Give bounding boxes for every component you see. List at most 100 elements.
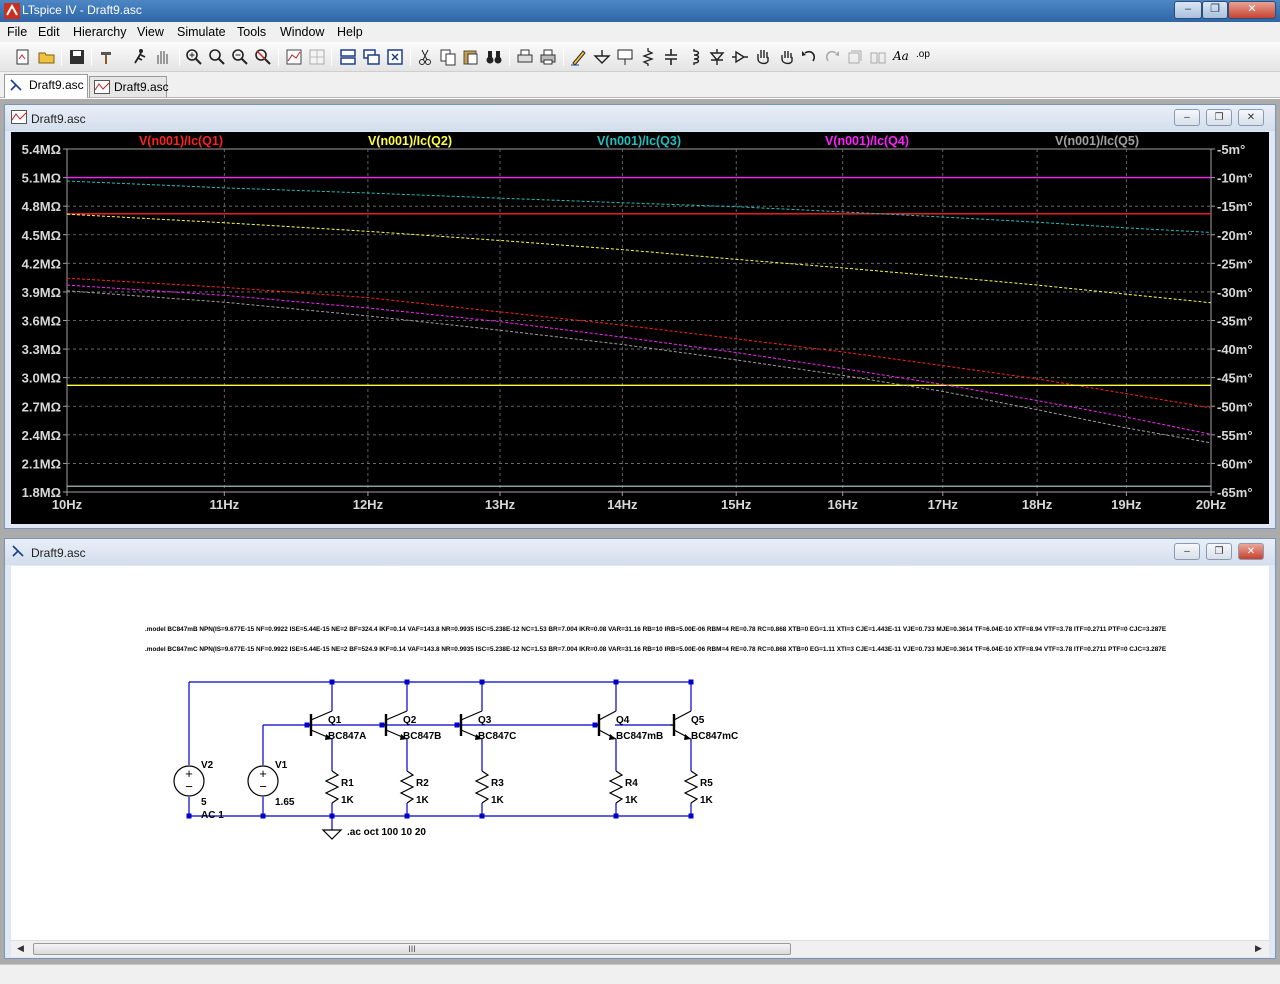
spice-model-line-2[interactable]: .model BC847mC NPN(IS=9.677E-15 NF=0.992…: [145, 646, 1167, 653]
transistor-model-label[interactable]: BC847B: [403, 731, 441, 742]
close-window-icon[interactable]: [385, 47, 405, 67]
zoom-in-icon[interactable]: [184, 47, 204, 67]
horizontal-scrollbar[interactable]: ◀ III ▶: [11, 940, 1269, 957]
waveform-grid-icon[interactable]: [307, 47, 327, 67]
resistor-icon[interactable]: [638, 47, 658, 67]
legend-trace-label[interactable]: V(n001)/Ic(Q3): [597, 134, 681, 148]
menu-window[interactable]: Window: [280, 25, 324, 39]
text-tool-label[interactable]: Aa: [893, 49, 909, 63]
schematic-minimize-button[interactable]: –: [1174, 543, 1200, 560]
ground-symbol-icon[interactable]: [321, 829, 343, 840]
schematic-drawing[interactable]: .model BC847mB NPN(IS=9.677E-15 NF=0.992…: [11, 566, 1269, 940]
tab-waveform[interactable]: Draft9.asc: [89, 76, 169, 97]
resistor-symbol[interactable]: [474, 770, 490, 804]
schematic-close-button[interactable]: ✕: [1238, 543, 1264, 560]
minimize-button[interactable]: –: [1174, 1, 1202, 19]
schematic-window-titlebar[interactable]: Draft9.asc – ❐ ✕: [5, 539, 1275, 565]
transistor-ref-label[interactable]: Q2: [403, 715, 417, 726]
diode-icon[interactable]: [707, 47, 727, 67]
menu-help[interactable]: Help: [337, 25, 363, 39]
resistor-value-label[interactable]: 1K: [625, 795, 639, 806]
menu-tools[interactable]: Tools: [237, 25, 266, 39]
cascade-windows-icon[interactable]: [362, 47, 382, 67]
control-panel-hammer-icon[interactable]: [98, 47, 118, 67]
save-icon[interactable]: [67, 47, 87, 67]
menu-hierarchy[interactable]: Hierarchy: [73, 25, 127, 39]
resistor-symbol[interactable]: [683, 770, 699, 804]
maximize-button[interactable]: ❐: [1202, 1, 1228, 19]
resistor-ref-label[interactable]: R1: [341, 778, 354, 789]
rotate-icon[interactable]: [845, 47, 865, 67]
waveform-plot[interactable]: 10Hz 11Hz 12Hz 13Hz 14Hz 15Hz 16Hz 17Hz 18Hz 19Hz…: [11, 132, 1269, 524]
waveform-close-button[interactable]: ✕: [1238, 109, 1264, 126]
zoom-out-icon[interactable]: [230, 47, 250, 67]
paste-icon[interactable]: [461, 47, 481, 67]
scroll-left-arrow-icon[interactable]: ◀: [17, 943, 24, 954]
plot-pane[interactable]: 10Hz 11Hz 12Hz 13Hz 14Hz 15Hz 16Hz 17Hz 18Hz 19Hz…: [11, 132, 1269, 524]
transistor-ref-label[interactable]: Q5: [691, 715, 705, 726]
source-value-label[interactable]: 1.65: [275, 797, 295, 808]
transistor-model-label[interactable]: BC847mC: [691, 731, 738, 742]
transistor-ref-label[interactable]: Q3: [478, 715, 492, 726]
resistor-symbol[interactable]: [399, 770, 415, 804]
series-phase-trace[interactable]: [66, 180, 1212, 233]
menu-view[interactable]: View: [137, 25, 164, 39]
resistor-value-label[interactable]: 1K: [700, 795, 714, 806]
label-net-icon[interactable]: [615, 47, 635, 67]
spice-directive-label[interactable]: .op: [916, 49, 930, 60]
resistor-ref-label[interactable]: R4: [625, 778, 638, 789]
tab-schematic[interactable]: Draft9.asc: [4, 74, 88, 98]
ac-analysis-directive[interactable]: .ac oct 100 10 20: [347, 827, 426, 838]
open-folder-icon[interactable]: [37, 47, 57, 67]
drag-hand-icon[interactable]: [776, 47, 796, 67]
capacitor-icon[interactable]: [661, 47, 681, 67]
source-ref-label[interactable]: V1: [275, 760, 288, 771]
undo-icon[interactable]: [799, 47, 819, 67]
series-phase-trace[interactable]: [66, 213, 1212, 304]
waveform-window-titlebar[interactable]: Draft9.asc – ❐ ✕: [5, 105, 1275, 131]
move-hand-icon[interactable]: [753, 47, 773, 67]
resistor-ref-label[interactable]: R3: [491, 778, 504, 789]
schematic-wires[interactable]: [188, 681, 692, 830]
source-value-label[interactable]: 5: [201, 797, 207, 808]
source-ac-label[interactable]: AC 1: [201, 810, 224, 821]
run-simulation-icon[interactable]: [129, 47, 149, 67]
transistor-ref-label[interactable]: Q1: [328, 715, 342, 726]
spice-model-line-1[interactable]: .model BC847mB NPN(IS=9.677E-15 NF=0.992…: [145, 626, 1167, 633]
autorange-icon[interactable]: [284, 47, 304, 67]
menu-simulate[interactable]: Simulate: [177, 25, 226, 39]
transistor-model-label[interactable]: BC847C: [478, 731, 516, 742]
waveform-restore-button[interactable]: ❐: [1206, 109, 1232, 126]
series-phase-trace[interactable]: [66, 284, 1212, 435]
zoom-fit-icon[interactable]: [253, 47, 273, 67]
resistor-symbol[interactable]: [608, 770, 624, 804]
transistor-model-label[interactable]: BC847mB: [616, 731, 663, 742]
new-schematic-icon[interactable]: [13, 47, 33, 67]
menu-file[interactable]: File: [7, 25, 27, 39]
schematic-canvas[interactable]: .model BC847mB NPN(IS=9.677E-15 NF=0.992…: [11, 566, 1269, 940]
legend-trace-label[interactable]: V(n001)/Ic(Q5): [1055, 134, 1139, 148]
component-icon[interactable]: [730, 47, 750, 67]
legend-trace-label[interactable]: V(n001)/Ic(Q2): [368, 134, 452, 148]
resistor-symbol[interactable]: [324, 770, 340, 804]
ground-icon[interactable]: [592, 47, 612, 67]
series-phase-trace[interactable]: [66, 277, 1212, 409]
resistor-value-label[interactable]: 1K: [416, 795, 430, 806]
legend-trace-label[interactable]: V(n001)/Ic(Q4): [825, 134, 909, 148]
halt-hand-icon[interactable]: [153, 47, 173, 67]
scroll-right-arrow-icon[interactable]: ▶: [1255, 943, 1262, 954]
copy-icon[interactable]: [438, 47, 458, 67]
schematic-restore-button[interactable]: ❐: [1206, 543, 1232, 560]
resistor-value-label[interactable]: 1K: [341, 795, 355, 806]
legend-trace-label[interactable]: V(n001)/Ic(Q1): [139, 134, 223, 148]
resistor-value-label[interactable]: 1K: [491, 795, 505, 806]
redo-icon[interactable]: [822, 47, 842, 67]
schematic-symbols[interactable]: +−V25AC 1+−V11.65Q1BC847AR11KQ2BC847BR21…: [173, 710, 738, 840]
transistor-ref-label[interactable]: Q4: [616, 715, 630, 726]
draw-wire-pencil-icon[interactable]: [569, 47, 589, 67]
tile-horizontal-icon[interactable]: [338, 47, 358, 67]
source-ref-label[interactable]: V2: [201, 760, 214, 771]
menu-edit[interactable]: Edit: [38, 25, 60, 39]
print-setup-icon[interactable]: [515, 47, 535, 67]
scrollbar-thumb[interactable]: III: [33, 943, 791, 955]
